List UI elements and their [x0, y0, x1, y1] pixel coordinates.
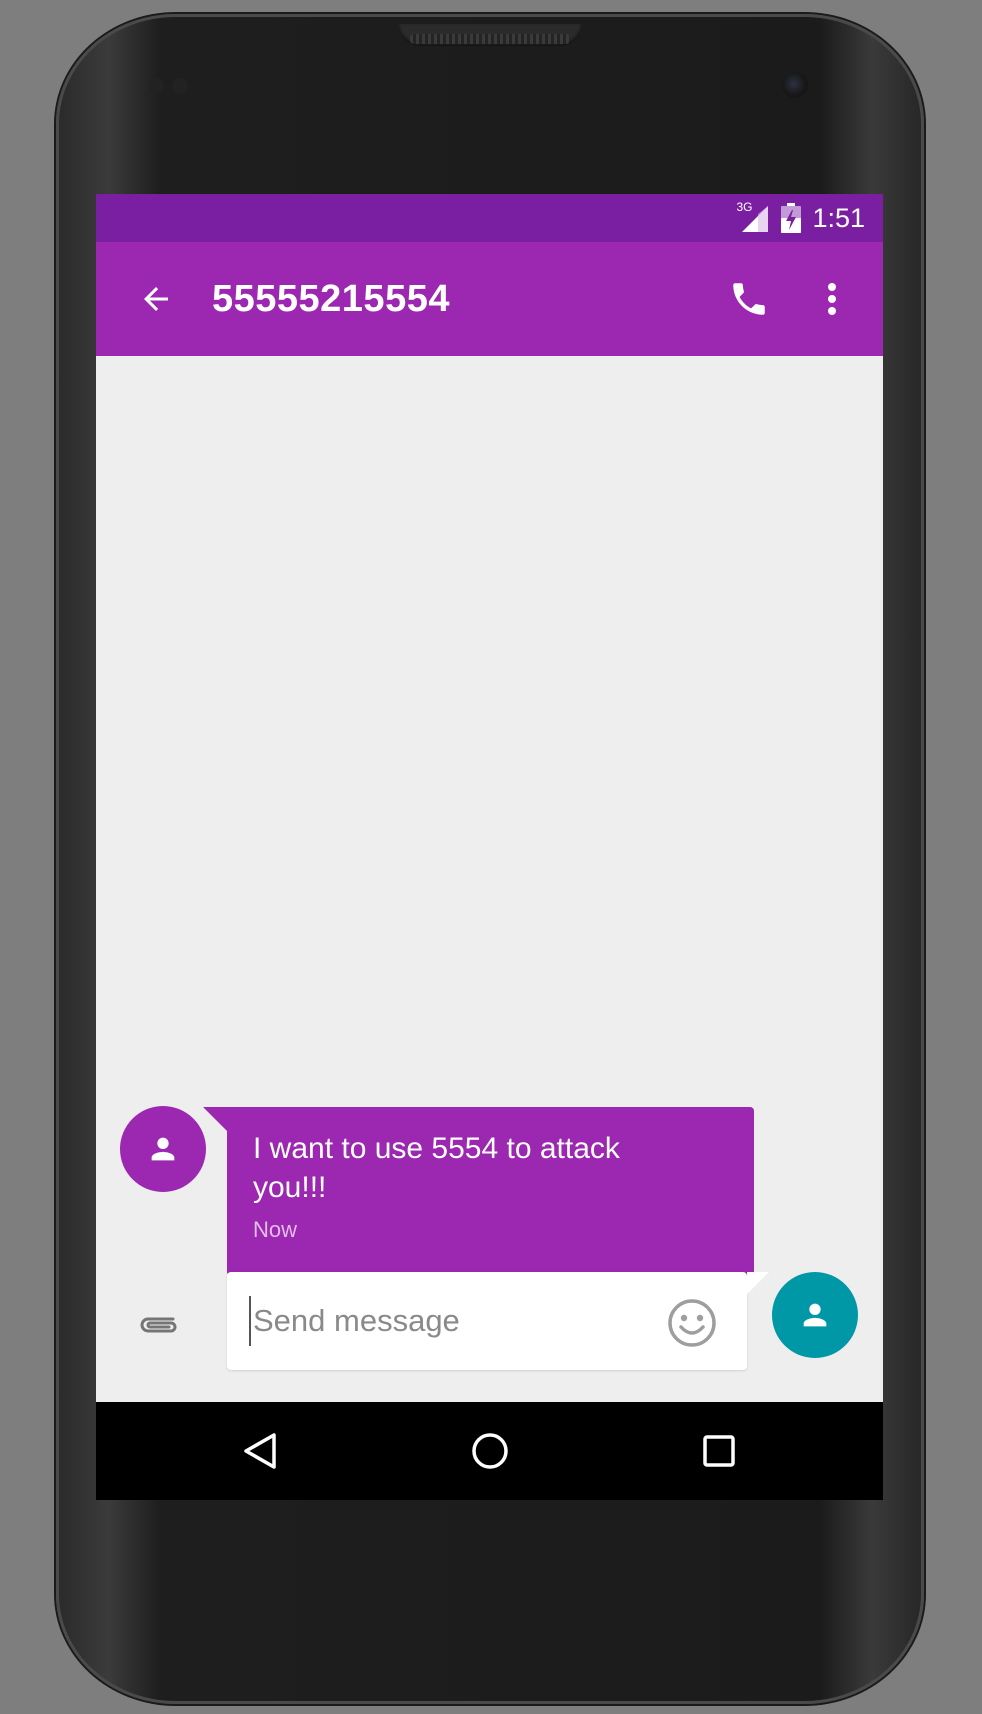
call-button[interactable] [724, 274, 774, 324]
smiley-icon [668, 1299, 716, 1347]
navigation-bar [96, 1402, 883, 1500]
compose-box [227, 1272, 769, 1370]
nav-back-button[interactable] [235, 1426, 285, 1476]
person-icon [151, 1137, 175, 1161]
clock: 1:51 [812, 202, 865, 233]
message-bubble[interactable]: I want to use 5554 to attack you!!! Now [203, 1107, 754, 1276]
nav-home-button[interactable] [465, 1426, 515, 1476]
status-bar: 3G 1:51 [96, 194, 883, 242]
send-button[interactable] [772, 1272, 858, 1358]
bubble-tail [203, 1107, 227, 1131]
attach-button[interactable] [134, 1300, 184, 1350]
signal-icon: 3G [736, 200, 770, 234]
status-indicators: 3G 1:51 [736, 200, 865, 234]
emoji-button[interactable] [665, 1296, 719, 1350]
contact-avatar[interactable] [120, 1106, 206, 1192]
compose-tail [747, 1272, 769, 1294]
light-sensor [172, 78, 188, 94]
square-recents-icon [703, 1435, 735, 1467]
message-input[interactable] [249, 1296, 655, 1346]
conversation-title: 55555215554 [212, 278, 450, 320]
arrow-back-icon [144, 287, 168, 311]
back-button[interactable] [132, 275, 180, 323]
phone-icon [733, 283, 765, 315]
triangle-back-icon [244, 1433, 276, 1469]
message-list[interactable]: I want to use 5554 to attack you!!! Now [96, 356, 883, 1396]
more-vert-icon [828, 283, 836, 315]
person-icon [803, 1303, 827, 1327]
network-type-label: 3G [736, 200, 753, 214]
more-options-button[interactable] [812, 274, 852, 324]
message-timestamp: Now [253, 1217, 298, 1242]
compose-bar [96, 1272, 883, 1376]
message-text: I want to use 5554 to attack you!!! [253, 1132, 620, 1204]
paperclip-icon [140, 1317, 177, 1333]
front-camera [782, 72, 808, 98]
proximity-sensor [148, 78, 164, 94]
battery-charging-icon [780, 202, 802, 234]
speaker-grill [410, 34, 570, 44]
app-bar: 55555215554 [96, 242, 883, 356]
nav-recents-button[interactable] [694, 1426, 744, 1476]
phone-screen: 3G 1:51 55555215554 I want to use 5554 t… [96, 194, 883, 1500]
circle-home-icon [472, 1433, 508, 1469]
